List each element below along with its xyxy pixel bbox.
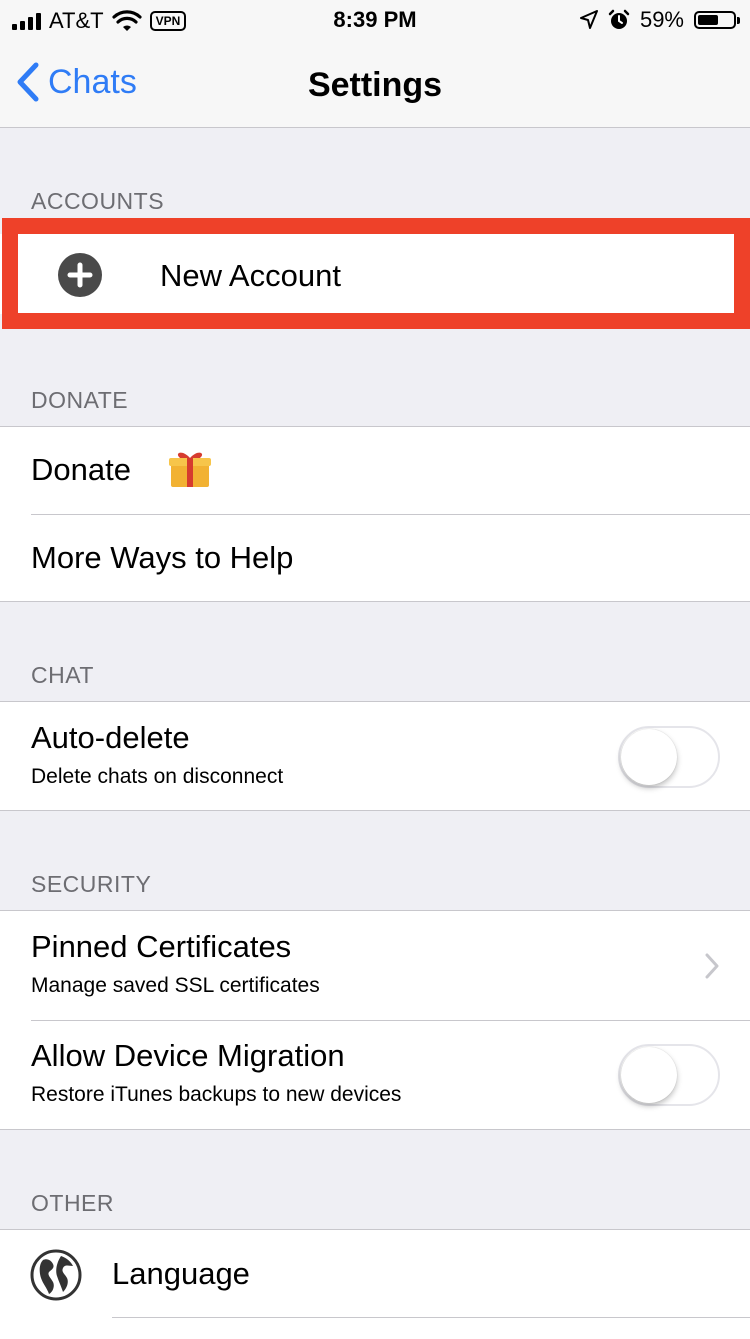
section-header-donate: DONATE (31, 387, 129, 413)
auto-delete-title: Auto-delete (31, 720, 190, 755)
section-header-other: OTHER (31, 1190, 114, 1216)
security-group: Pinned Certificates Manage saved SSL cer… (0, 910, 750, 1130)
row-divider (112, 1317, 750, 1318)
page-title: Settings (307, 66, 443, 104)
donate-label: Donate (31, 452, 131, 487)
pinned-certificates-title: Pinned Certificates (31, 929, 292, 964)
globe-icon (30, 1249, 82, 1301)
auto-delete-toggle[interactable] (618, 726, 720, 788)
battery-fill (698, 15, 718, 25)
other-group: Language (0, 1229, 750, 1339)
donate-row[interactable]: Donate (0, 427, 750, 514)
highlight-box (2, 218, 750, 329)
navigation-bar: Chats Settings (0, 40, 750, 128)
status-bar: AT&T VPN 8:39 PM 59% (0, 0, 750, 40)
gift-icon (169, 452, 211, 487)
more-ways-label: More Ways to Help (31, 540, 294, 575)
chevron-right-icon (705, 953, 719, 979)
language-row[interactable]: Language (0, 1230, 750, 1317)
status-right: 59% (579, 7, 740, 33)
more-ways-row[interactable]: More Ways to Help (0, 514, 750, 601)
device-migration-subtitle: Restore iTunes backups to new devices (31, 1083, 402, 1106)
section-header-security: SECURITY (31, 871, 152, 897)
section-header-chat: CHAT (31, 662, 94, 688)
pinned-certificates-row[interactable]: Pinned Certificates Manage saved SSL cer… (0, 911, 750, 1020)
language-label: Language (112, 1256, 250, 1291)
device-migration-row: Allow Device Migration Restore iTunes ba… (0, 1020, 750, 1129)
toggle-knob (621, 1047, 677, 1103)
device-migration-title: Allow Device Migration (31, 1038, 345, 1073)
toggle-knob (621, 729, 677, 785)
chat-group: Auto-delete Delete chats on disconnect (0, 701, 750, 811)
battery-percent: 59% (639, 7, 684, 32)
auto-delete-row: Auto-delete Delete chats on disconnect (0, 702, 750, 810)
auto-delete-subtitle: Delete chats on disconnect (31, 765, 284, 788)
battery-icon (694, 11, 740, 29)
section-header-accounts: ACCOUNTS (31, 188, 165, 214)
location-arrow-icon (579, 10, 598, 29)
pinned-certificates-subtitle: Manage saved SSL certificates (31, 974, 320, 997)
donate-group: Donate More Ways to Help (0, 426, 750, 602)
alarm-icon (608, 9, 630, 29)
device-migration-toggle[interactable] (618, 1044, 720, 1106)
